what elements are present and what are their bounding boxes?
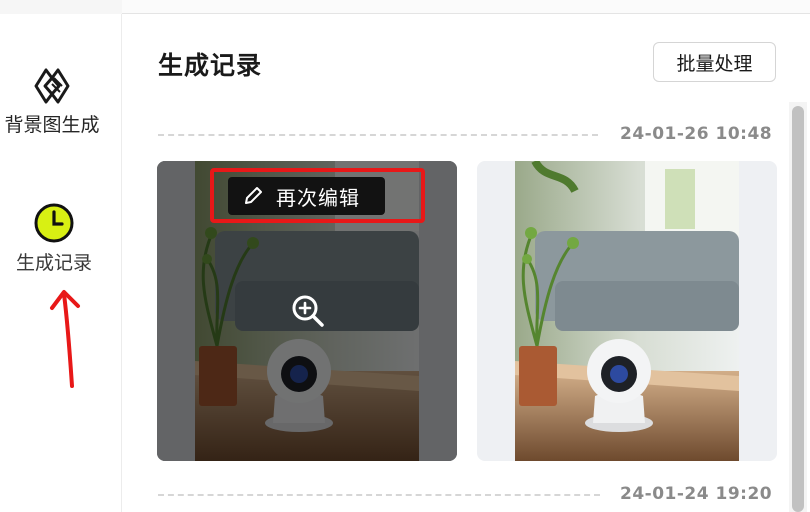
date-divider <box>158 494 600 496</box>
sidebar: 背景图生成 生成记录 <box>0 14 122 512</box>
date-divider <box>158 134 598 136</box>
sidebar-item-label: 生成记录 <box>15 252 92 274</box>
annotation-highlight-box <box>210 168 425 223</box>
page-title: 生成记录 <box>158 51 263 80</box>
scrollbar-thumb[interactable] <box>792 106 804 512</box>
batch-process-button[interactable]: 批量处理 <box>653 42 776 82</box>
clock-icon <box>34 203 74 243</box>
history-image-card[interactable] <box>477 161 777 461</box>
sidebar-item-background-generation[interactable]: 背景图生成 <box>0 66 122 137</box>
zoom-in-icon[interactable] <box>291 294 325 328</box>
sidebar-item-label: 背景图生成 <box>4 114 100 136</box>
top-strip <box>0 0 810 14</box>
history-panel: 生成记录 批量处理 24-01-26 10:48 再次编辑 24-01-24 1… <box>123 14 810 512</box>
bg-generate-icon <box>34 68 70 104</box>
group-date: 24-01-24 19:20 <box>620 484 773 504</box>
sidebar-item-history[interactable]: 生成记录 <box>0 202 122 275</box>
top-strip-segment <box>0 0 122 14</box>
result-image <box>515 161 739 461</box>
group-date: 24-01-26 10:48 <box>620 124 773 144</box>
annotation-arrow <box>50 290 80 388</box>
